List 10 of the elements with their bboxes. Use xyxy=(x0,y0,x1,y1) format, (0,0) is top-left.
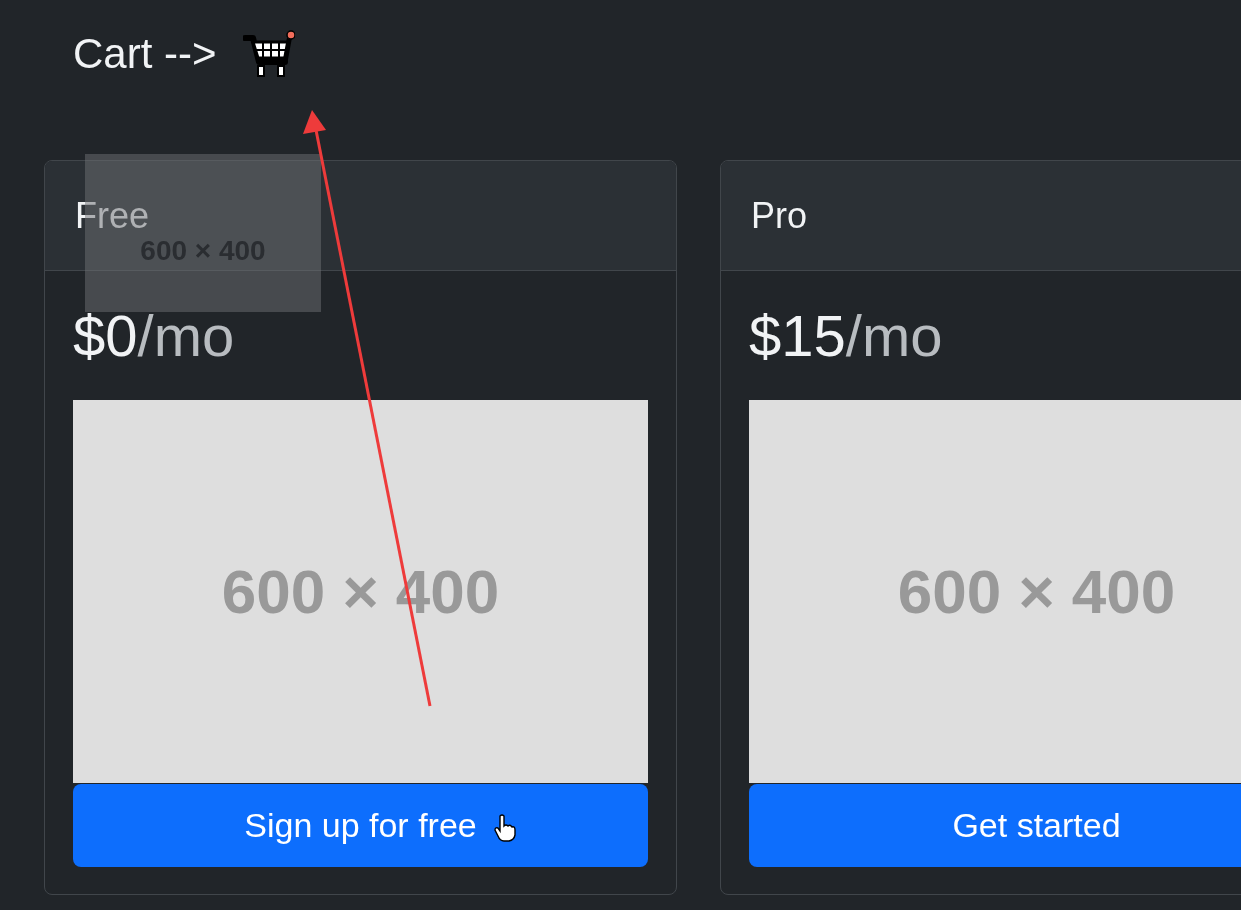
image-size-label: 600 × 400 xyxy=(897,556,1176,627)
signup-button[interactable]: Sign up for free xyxy=(73,784,648,867)
signup-button[interactable]: Get started xyxy=(749,784,1241,867)
plan-name: Pro xyxy=(751,194,808,237)
plan-name: Free xyxy=(75,194,150,237)
shopping-cart-icon[interactable] xyxy=(242,30,295,78)
plan-price: $0/mo xyxy=(73,302,236,370)
plan-price: $15/mo xyxy=(749,302,944,370)
hand-cursor-icon xyxy=(494,814,516,842)
page-title: Cart --> xyxy=(73,30,217,78)
